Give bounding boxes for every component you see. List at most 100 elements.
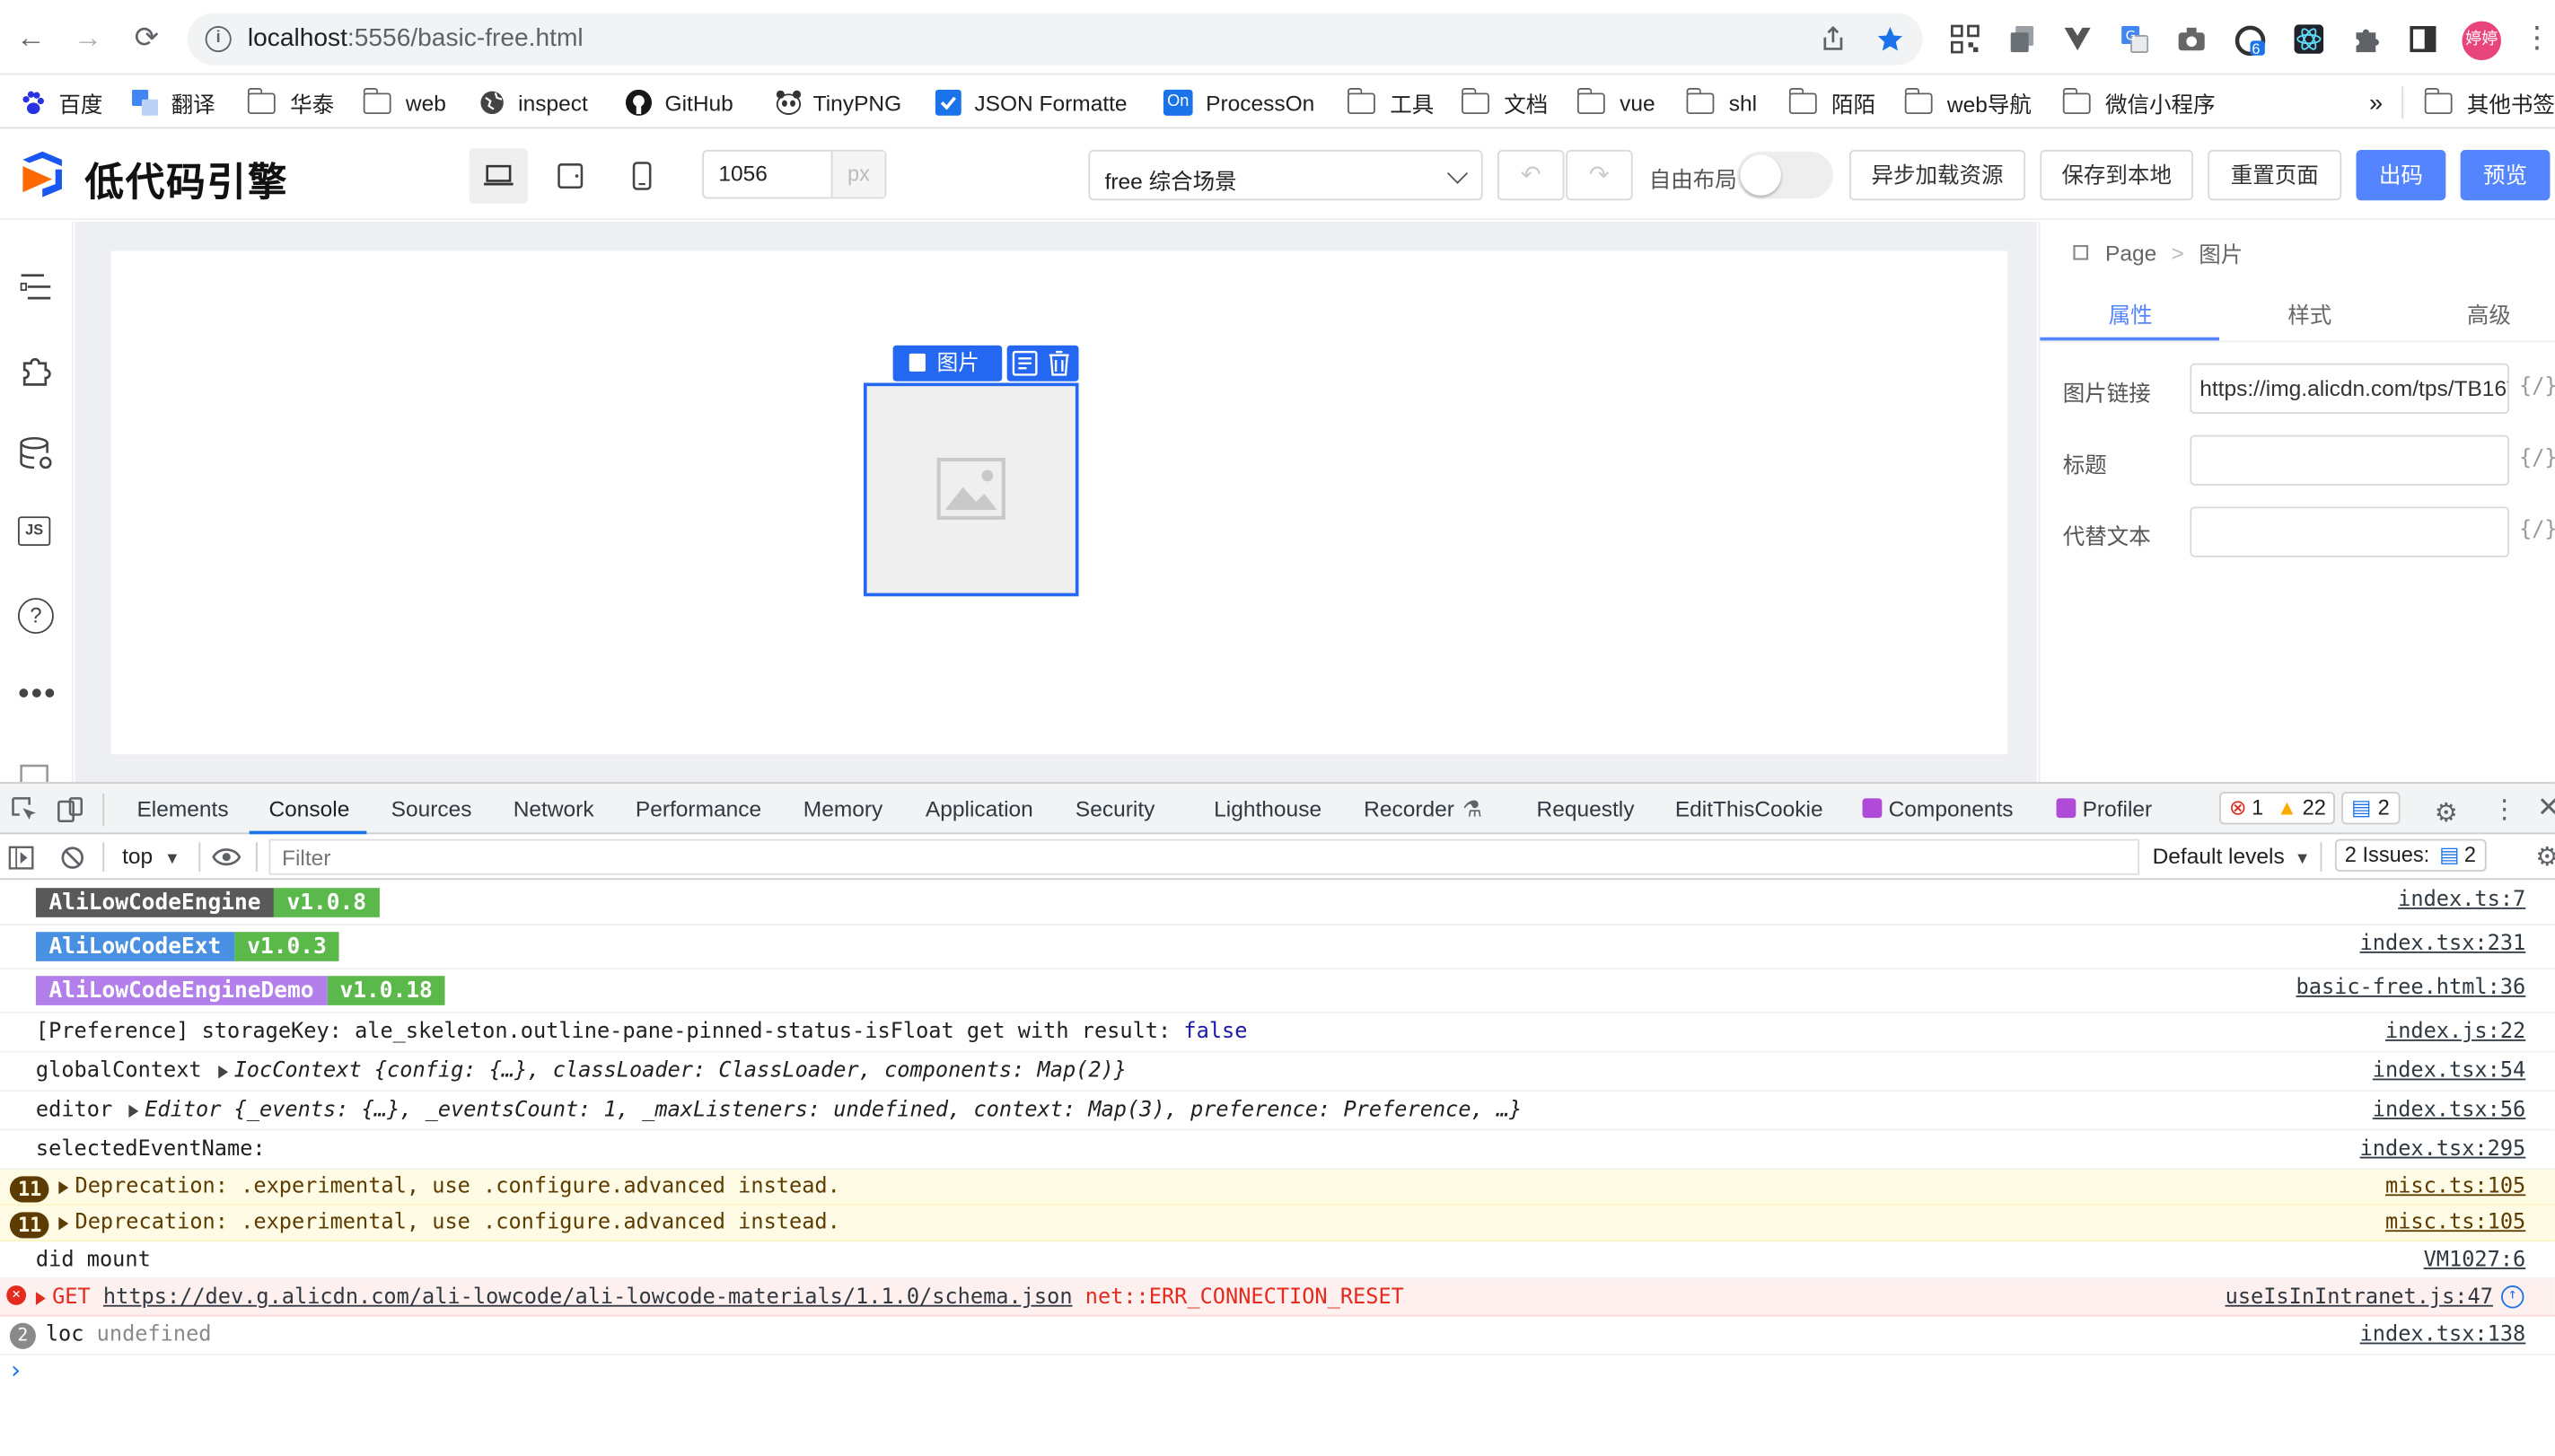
url-text[interactable]: localhost:5556/basic-free.html — [248, 24, 584, 54]
device-phone-button[interactable] — [612, 148, 671, 204]
js-code-icon[interactable]: JS — [17, 516, 54, 552]
device-desktop-button[interactable] — [469, 148, 529, 204]
copy-extension-icon[interactable] — [2007, 24, 2037, 54]
bookmark-star-icon[interactable] — [1875, 24, 1905, 54]
help-icon[interactable]: ? — [17, 598, 54, 635]
bookmark-baidu[interactable]: 百度 — [20, 88, 103, 118]
console-settings-gear-icon[interactable]: ⚙ — [2535, 841, 2555, 873]
object-preview[interactable]: IocContext {config: {…}, classLoader: Cl… — [234, 1059, 1127, 1083]
design-canvas[interactable]: 图片 — [110, 250, 2008, 755]
source-link[interactable]: index.tsx:54 — [2373, 1059, 2525, 1083]
tab-style[interactable]: 样式 — [2287, 296, 2331, 329]
warning-message[interactable]: Deprecation: .experimental, use .configu… — [56, 1175, 840, 1199]
components-puzzle-icon[interactable] — [18, 352, 54, 388]
inspect-element-icon[interactable] — [12, 797, 38, 823]
expression-toggle-src[interactable]: {/} — [2519, 374, 2555, 399]
tab-sources[interactable]: Sources — [391, 797, 472, 821]
tab-properties[interactable]: 属性 — [2109, 296, 2153, 329]
side-panel-icon[interactable] — [2409, 24, 2438, 54]
image-component[interactable] — [863, 382, 1079, 597]
tab-security[interactable]: Security — [1076, 797, 1155, 821]
async-load-button[interactable]: 异步加载资源 — [1849, 149, 2026, 201]
log-levels-select[interactable]: Default levels ▼ — [2153, 844, 2311, 868]
device-tablet-button[interactable] — [541, 148, 600, 204]
datasource-icon[interactable] — [18, 435, 54, 471]
tab-console[interactable]: Console — [268, 797, 349, 821]
sidebar-toggle-icon[interactable] — [8, 846, 34, 870]
expression-toggle-title[interactable]: {/} — [2519, 446, 2555, 470]
tab-editthiscookie[interactable]: EditThisCookie — [1675, 797, 1823, 821]
canvas-width-value[interactable]: 1056 — [704, 152, 831, 197]
bookmark-folder-webnav[interactable]: web导航 — [1903, 87, 2032, 118]
free-layout-toggle[interactable] — [1736, 151, 1833, 199]
site-info-icon[interactable]: i — [205, 26, 232, 53]
object-preview[interactable]: Editor {_events: {…}, _eventsCount: 1, _… — [145, 1098, 1522, 1122]
bookmark-folder-shl[interactable]: shl — [1685, 87, 1757, 118]
close-icon[interactable]: ✕ — [2537, 792, 2555, 824]
puzzle-icon[interactable] — [2351, 24, 2381, 54]
message-counter[interactable]: ▤ 2 — [2341, 792, 2400, 825]
title-input[interactable] — [2190, 434, 2510, 486]
bookmark-folder-vue[interactable]: vue — [1576, 87, 1655, 118]
extension-badge-icon[interactable]: 6 — [2234, 24, 2266, 57]
react-devtools-icon[interactable] — [2294, 24, 2324, 54]
tab-lighthouse[interactable]: Lighthouse — [1214, 797, 1321, 821]
tab-advanced[interactable]: 高级 — [2467, 296, 2511, 329]
address-bar[interactable]: i localhost:5556/basic-free.html — [187, 13, 1923, 66]
bookmark-folder-docs[interactable]: 文档 — [1461, 87, 1548, 118]
bookmark-folder-web[interactable]: web — [362, 87, 446, 118]
bookmark-inspect[interactable]: inspect — [479, 88, 588, 118]
bookmark-translate[interactable]: 翻译 — [132, 88, 215, 118]
share-icon[interactable] — [1820, 26, 1846, 52]
tab-application[interactable]: Application — [926, 797, 1033, 821]
expand-triangle-icon[interactable] — [128, 1103, 138, 1118]
save-local-button[interactable]: 保存到本地 — [2040, 149, 2193, 201]
warning-message[interactable]: Deprecation: .experimental, use .configu… — [56, 1211, 840, 1235]
vue-devtools-icon[interactable] — [2063, 24, 2093, 54]
canvas-width-input[interactable]: 1056 px — [702, 149, 887, 199]
back-icon[interactable]: ← — [13, 20, 49, 56]
export-code-button[interactable]: 出码 — [2356, 149, 2446, 201]
preview-button[interactable]: 预览 — [2460, 149, 2551, 201]
source-link[interactable]: misc.ts:105 — [2385, 1211, 2525, 1235]
forward-icon[interactable]: → — [70, 20, 106, 56]
tab-elements[interactable]: Elements — [136, 797, 228, 821]
qr-icon[interactable] — [1951, 24, 1980, 54]
bookmark-folder-miniprogram[interactable]: 微信小程序 — [2061, 87, 2215, 118]
devtools-menu-icon[interactable]: ⋮ — [2491, 794, 2517, 826]
tab-requestly[interactable]: Requestly — [1537, 797, 1635, 821]
source-link[interactable]: useIsInIntranet.js:47 — [2226, 1285, 2493, 1310]
bookmark-processon[interactable]: On ProcessOn — [1163, 88, 1314, 118]
selected-component-tag[interactable]: 图片 — [892, 345, 1003, 382]
copy-icon[interactable] — [1012, 350, 1038, 376]
browser-menu-icon[interactable]: ⋮ — [2523, 22, 2552, 52]
breadcrumb-page[interactable]: Page — [2105, 241, 2156, 265]
tab-profiler[interactable]: Profiler — [2056, 797, 2152, 821]
source-link[interactable]: index.tsx:56 — [2373, 1098, 2525, 1122]
translate-icon[interactable]: G — [2120, 24, 2149, 54]
source-link[interactable]: index.tsx:231 — [2360, 932, 2526, 956]
tab-performance[interactable]: Performance — [636, 797, 761, 821]
more-icon[interactable]: ••• — [18, 678, 56, 720]
redo-button[interactable]: ↷ — [1566, 149, 1633, 201]
alt-text-input[interactable] — [2190, 506, 2510, 557]
expression-toggle-alt[interactable]: {/} — [2519, 518, 2555, 542]
source-link[interactable]: basic-free.html:36 — [2296, 976, 2526, 1000]
outline-tree-icon[interactable] — [18, 268, 54, 304]
clear-console-icon[interactable] — [60, 846, 84, 870]
bookmark-tinypng[interactable]: TinyPNG — [774, 88, 901, 118]
bookmark-json-formatter[interactable]: JSON Formatte — [935, 88, 1128, 118]
bookmark-github[interactable]: GitHub — [625, 88, 733, 118]
image-src-input[interactable]: https://img.alicdn.com/tps/TB16TQvOXXXXX… — [2190, 363, 2510, 415]
console-prompt[interactable]: › — [8, 1355, 22, 1385]
live-expression-eye-icon[interactable] — [212, 847, 241, 867]
issues-button[interactable]: 2 Issues: ▤ 2 — [2334, 838, 2486, 873]
bookmark-folder-tools[interactable]: 工具 — [1347, 87, 1434, 118]
source-link[interactable]: index.tsx:295 — [2360, 1137, 2526, 1162]
source-link[interactable]: misc.ts:105 — [2385, 1175, 2525, 1199]
error-message[interactable]: GET https://dev.g.alicdn.com/ali-lowcode… — [35, 1285, 1404, 1310]
delete-icon[interactable] — [1046, 350, 1072, 376]
tab-network[interactable]: Network — [514, 797, 594, 821]
source-link[interactable]: index.ts:7 — [2398, 888, 2525, 912]
error-url[interactable]: https://dev.g.alicdn.com/ali-lowcode/ali… — [103, 1285, 1073, 1310]
